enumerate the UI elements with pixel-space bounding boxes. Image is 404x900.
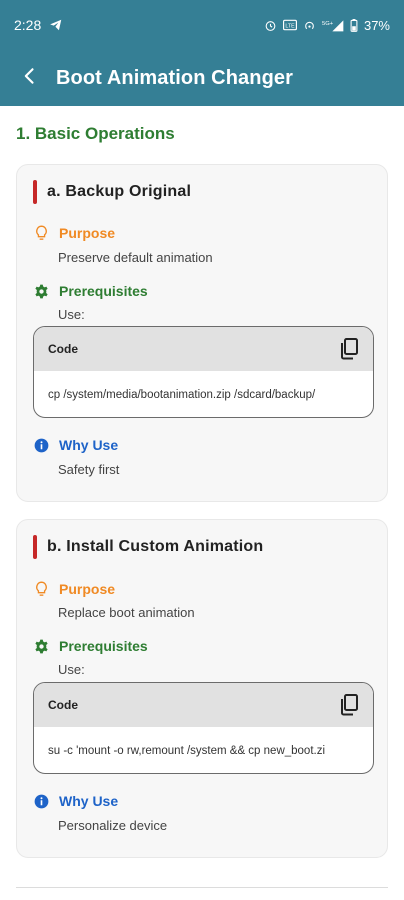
why-label: Why Use (33, 437, 118, 453)
card-title: a. Backup Original (33, 179, 191, 205)
card-backup-original: a. Backup Original Purpose Preserve defa… (16, 164, 388, 502)
card-title-text: a. Backup Original (47, 183, 192, 200)
battery-percent: 37% (363, 17, 390, 33)
title-accent-bar (33, 535, 37, 559)
battery-icon (350, 18, 358, 32)
hotspot-icon (303, 19, 316, 32)
divider (16, 887, 388, 888)
gear-icon (33, 638, 49, 654)
prereq-text: Use: (58, 307, 85, 322)
code-text: su -c 'mount -o rw,remount /system && cp… (48, 745, 326, 757)
prereq-label-text: Prerequisites (59, 638, 148, 654)
purpose-label-text: Purpose (59, 225, 116, 241)
why-text: Safety first (58, 462, 120, 477)
network-label: 5G+ (322, 20, 334, 26)
why-text: Personalize device (58, 818, 168, 833)
purpose-text: Preserve default animation (58, 250, 213, 265)
code-header: Code (34, 327, 373, 371)
code-text: cp /system/media/bootanimation.zip /sdca… (48, 389, 316, 401)
page-title: Boot Animation Changer (56, 66, 294, 89)
why-label-text: Why Use (59, 793, 119, 809)
status-time: 2:28 (14, 17, 42, 33)
svg-text:LTE: LTE (285, 23, 295, 29)
card-install-custom-animation: b. Install Custom Animation Purpose Repl… (16, 519, 388, 858)
lightbulb-icon (33, 581, 49, 597)
title-accent-bar (33, 180, 37, 204)
code-block: Code su -c 'mount -o rw,remount /system … (33, 682, 374, 774)
status-bar: 2:28 LTE 5G+ 37% (0, 0, 404, 50)
prereq-label: Prerequisites (33, 283, 148, 299)
section-title: 1. Basic Operations (16, 124, 175, 143)
purpose-label-text: Purpose (59, 581, 116, 597)
alarm-icon (264, 19, 277, 32)
purpose-label: Purpose (33, 225, 115, 241)
code-block: Code cp /system/media/bootanimation.zip … (33, 326, 374, 418)
info-icon (33, 437, 49, 453)
info-icon (33, 793, 49, 809)
copy-icon[interactable] (339, 694, 361, 716)
prereq-label: Prerequisites (33, 638, 148, 654)
gear-icon (33, 283, 49, 299)
code-header: Code (34, 683, 373, 727)
app-bar: Boot Animation Changer (0, 50, 404, 106)
card-title-text: b. Install Custom Animation (47, 538, 264, 555)
why-label: Why Use (33, 793, 118, 809)
volte-icon: LTE (282, 19, 297, 31)
purpose-label: Purpose (33, 581, 115, 597)
why-label-text: Why Use (59, 437, 119, 453)
copy-icon[interactable] (339, 338, 361, 360)
purpose-text: Replace boot animation (58, 605, 195, 620)
prereq-label-text: Prerequisites (59, 283, 148, 299)
prereq-text: Use: (58, 662, 85, 677)
signal-icon: 5G+ (322, 19, 344, 32)
telegram-icon (49, 18, 63, 32)
lightbulb-icon (33, 225, 49, 241)
card-title: b. Install Custom Animation (33, 534, 263, 560)
back-button[interactable] (16, 64, 44, 92)
arrow-left-icon (20, 66, 40, 91)
